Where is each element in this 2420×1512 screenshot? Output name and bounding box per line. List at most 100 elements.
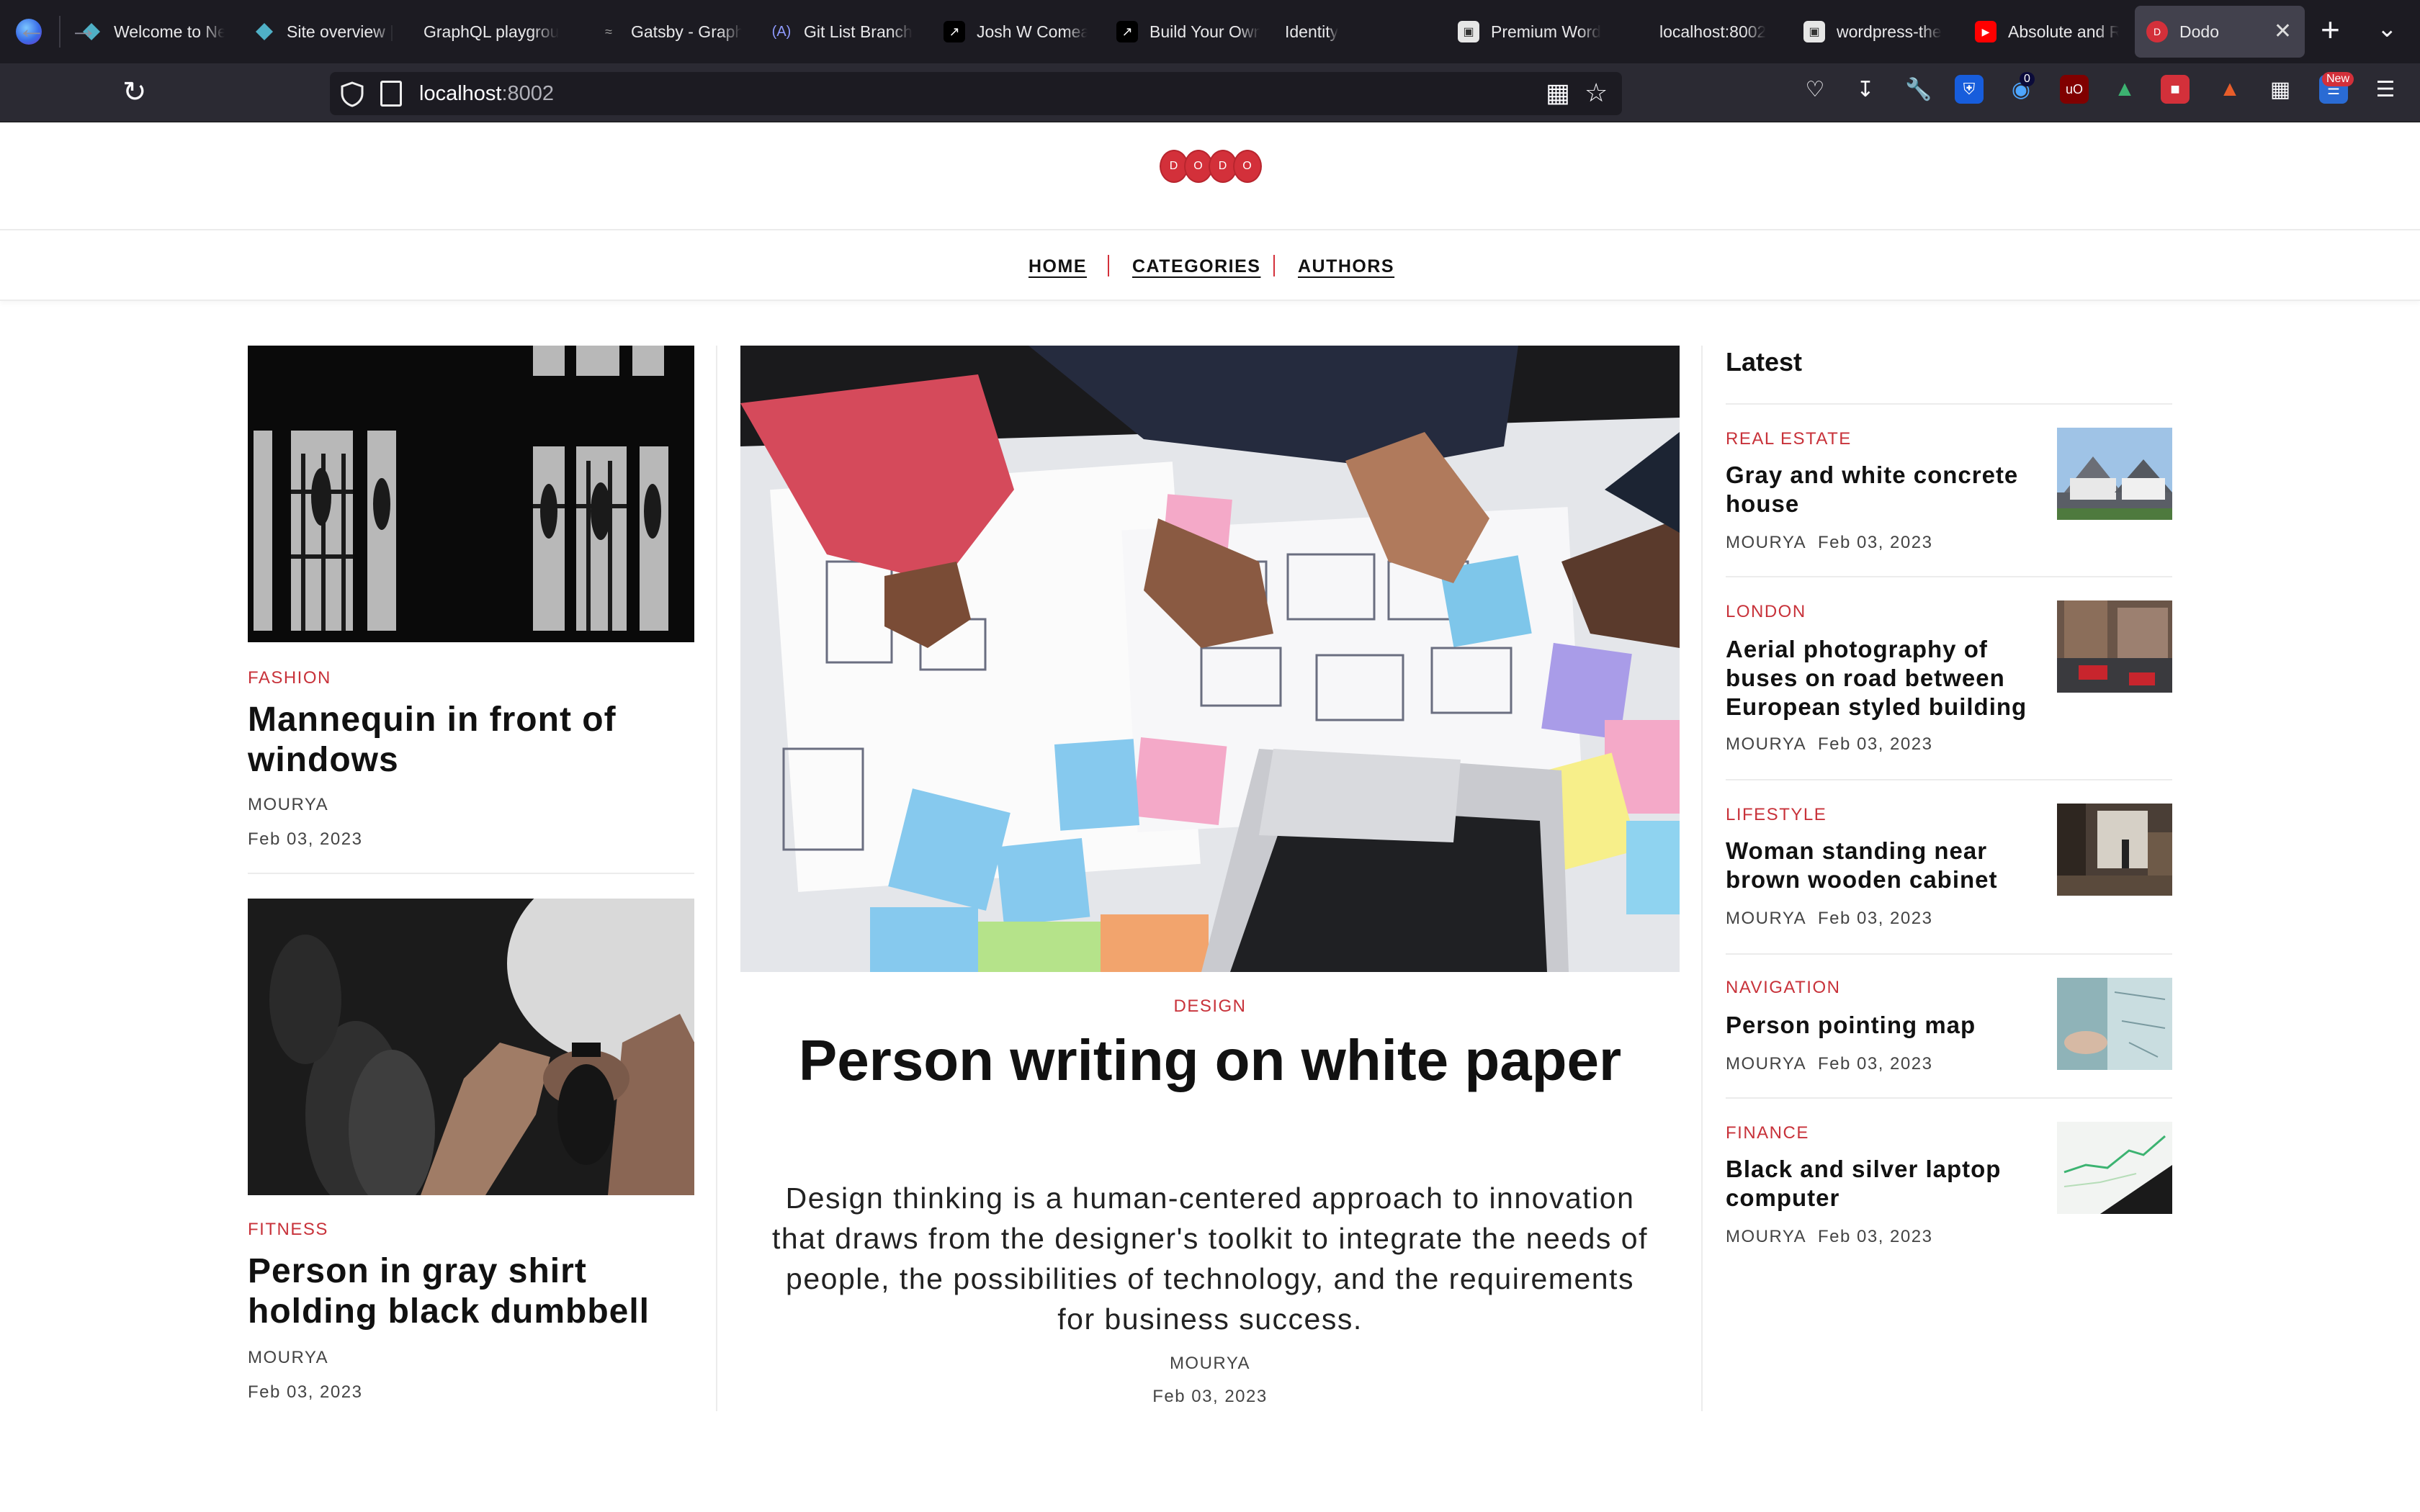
- bitwarden-icon[interactable]: ⛨: [1955, 75, 1984, 104]
- mannequin-post-image[interactable]: [248, 346, 694, 642]
- latest-date: Feb 03, 2023: [1818, 909, 1933, 928]
- new-tab-button[interactable]: +: [2321, 10, 2340, 49]
- logo-letter: O: [1233, 150, 1262, 183]
- arrow-icon: ↗: [944, 21, 965, 42]
- latest-title[interactable]: Aerial photography of buses on road betw…: [1726, 635, 2043, 721]
- divider: [1726, 576, 2172, 577]
- url-text[interactable]: localhost:8002: [419, 79, 554, 108]
- forward-button[interactable]: →: [69, 12, 98, 46]
- reload-button[interactable]: ↻: [122, 75, 147, 109]
- browser-tab[interactable]: (A) Git List Branch: [759, 6, 915, 58]
- qr-code-icon[interactable]: ▦: [1546, 78, 1570, 108]
- latest-author[interactable]: MOURYA: [1726, 1054, 1806, 1074]
- browser-tab-active[interactable]: D Dodo ✕: [2135, 6, 2305, 58]
- latest-title[interactable]: Black and silver laptop computer: [1726, 1155, 2043, 1212]
- column-divider: [716, 346, 717, 1411]
- latest-title[interactable]: Gray and white concrete house: [1726, 461, 2043, 518]
- browser-tab[interactable]: ▣ Premium Word: [1446, 6, 1602, 58]
- latest-date: Feb 03, 2023: [1818, 1054, 1933, 1074]
- post-author[interactable]: MOURYA: [248, 795, 328, 815]
- latest-date: Feb 03, 2023: [1818, 533, 1933, 552]
- nav-categories-link[interactable]: CATEGORIES: [1132, 256, 1260, 277]
- featured-date: Feb 03, 2023: [1152, 1387, 1268, 1406]
- london-thumbnail[interactable]: [2057, 600, 2172, 693]
- tab-label: localhost:8002: [1659, 22, 1767, 41]
- ublock-icon[interactable]: uO: [2060, 75, 2089, 104]
- nav-authors-link[interactable]: AUTHORS: [1298, 256, 1394, 277]
- featured-excerpt: Design thinking is a human-centered appr…: [771, 1182, 1648, 1336]
- wrench-icon[interactable]: 🔧: [1904, 75, 1933, 104]
- bookmark-star-icon[interactable]: ☆: [1585, 78, 1608, 108]
- post-title[interactable]: Mannequin in front of windows: [248, 700, 694, 780]
- post-author[interactable]: MOURYA: [248, 1348, 328, 1368]
- pocket-icon[interactable]: ♡: [1801, 75, 1829, 104]
- lifestyle-thumbnail[interactable]: [2057, 804, 2172, 896]
- tab-label: Josh W Comea: [977, 22, 1088, 41]
- back-button[interactable]: ←: [17, 12, 46, 46]
- dodo-icon: D: [2146, 21, 2168, 42]
- fox-extension-icon[interactable]: ▲: [2215, 75, 2244, 104]
- browser-tab[interactable]: Identity: [1273, 6, 1429, 58]
- divider: [1726, 953, 2172, 955]
- latest-title[interactable]: Woman standing near brown wooden cabinet: [1726, 837, 2043, 894]
- browser-tab[interactable]: GraphQL playgrou: [412, 6, 568, 58]
- site-logo[interactable]: D O D O: [1160, 150, 1262, 183]
- tab-label: Build Your Own: [1150, 22, 1260, 41]
- close-icon[interactable]: ✕: [2274, 19, 2292, 44]
- tab-label: wordpress-the: [1837, 22, 1942, 41]
- post-title[interactable]: Person in gray shirt holding black dumbb…: [248, 1251, 694, 1332]
- map-thumbnail[interactable]: [2057, 978, 2172, 1070]
- chevron-down-icon[interactable]: ⌄: [2377, 14, 2398, 43]
- divider: [248, 873, 694, 874]
- browser-tab[interactable]: ▣ wordpress-the: [1792, 6, 1948, 58]
- post-date: Feb 03, 2023: [248, 829, 363, 849]
- shield-icon[interactable]: [340, 81, 364, 108]
- latest-category[interactable]: LIFESTYLE: [1726, 805, 1827, 825]
- extension-icon[interactable]: ■: [2161, 75, 2190, 104]
- latest-title[interactable]: Person pointing map: [1726, 1011, 2043, 1040]
- featured-category[interactable]: DESIGN: [740, 996, 1680, 1017]
- featured-post-image[interactable]: [740, 346, 1680, 972]
- tab-label: Dodo: [2179, 22, 2219, 41]
- latest-category[interactable]: REAL ESTATE: [1726, 429, 1852, 449]
- divider: [1726, 1097, 2172, 1099]
- privacy-shield-icon[interactable]: ▲: [2110, 75, 2139, 104]
- featured-title[interactable]: Person writing on white paper: [740, 1025, 1680, 1096]
- extensions-grid-icon[interactable]: ▦: [2266, 75, 2295, 104]
- youtube-icon: ▶: [1975, 21, 1996, 42]
- gatsby-icon: ≈: [605, 24, 612, 39]
- browser-tab[interactable]: ↗ Build Your Own: [1105, 6, 1260, 58]
- tab-separator: [59, 16, 60, 48]
- tab-label: Gatsby - Graph: [631, 22, 742, 41]
- laptop-thumbnail[interactable]: [2057, 1122, 2172, 1214]
- latest-category[interactable]: LONDON: [1726, 602, 1806, 622]
- new-badge: New: [2322, 72, 2354, 86]
- browser-tab[interactable]: ≈ Gatsby - Graph: [586, 6, 742, 58]
- notification-count-badge: 0: [2020, 72, 2035, 86]
- download-icon[interactable]: ↧: [1851, 75, 1880, 104]
- post-category[interactable]: FASHION: [248, 668, 331, 688]
- url-host: localhost: [419, 82, 502, 105]
- house-thumbnail[interactable]: [2057, 428, 2172, 520]
- diamond-icon: [254, 21, 275, 42]
- browser-tab[interactable]: localhost:8002: [1648, 6, 1792, 58]
- divider: [1726, 403, 2172, 405]
- nav-home-link[interactable]: HOME: [1028, 256, 1087, 277]
- hamburger-menu-icon[interactable]: ☰: [2371, 75, 2400, 104]
- code-icon: (A): [771, 23, 792, 40]
- browser-tab[interactable]: ↗ Josh W Comea: [932, 6, 1088, 58]
- browser-tab[interactable]: ▶ Absolute and R: [1963, 6, 2119, 58]
- featured-author[interactable]: MOURYA: [740, 1354, 1680, 1374]
- post-category[interactable]: FITNESS: [248, 1220, 328, 1240]
- dumbbell-post-image[interactable]: [248, 899, 694, 1195]
- latest-author[interactable]: MOURYA: [1726, 533, 1806, 553]
- tab-label: Welcome to Ne: [114, 22, 225, 41]
- latest-author[interactable]: MOURYA: [1726, 734, 1806, 755]
- latest-category[interactable]: NAVIGATION: [1726, 978, 1840, 998]
- tab-label: Site overview |: [287, 22, 395, 41]
- browser-tab[interactable]: Site overview |: [242, 6, 398, 58]
- latest-author[interactable]: MOURYA: [1726, 1227, 1806, 1247]
- divider: [1726, 779, 2172, 780]
- latest-author[interactable]: MOURYA: [1726, 909, 1806, 929]
- latest-category[interactable]: FINANCE: [1726, 1123, 1809, 1143]
